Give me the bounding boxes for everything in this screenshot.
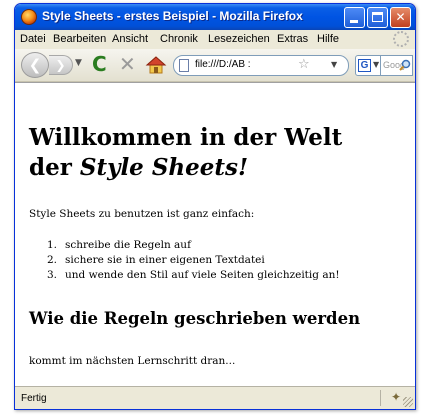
minimize-button[interactable] [344, 7, 365, 28]
heading-line1: Willkommen in der Welt [29, 124, 343, 151]
url-dropdown-icon[interactable]: ▼ [331, 60, 337, 69]
list-number: 1. [47, 239, 58, 251]
star-icon[interactable]: ☆ [298, 57, 310, 72]
status-bar: Fertig ✦ [15, 386, 415, 409]
menu-bearbeiten[interactable]: Bearbeiten [53, 33, 106, 45]
search-engine-dropdown-icon: ▼ [373, 60, 380, 69]
list-item: 2. sichere sie in einer eigenen Textdatei [29, 253, 340, 268]
throbber-icon [393, 31, 409, 47]
search-engine-button[interactable]: G ▼ [355, 55, 381, 76]
outro-text: kommt im nächsten Lernschritt dran... [29, 355, 236, 367]
url-text[interactable]: file:///D:/AB : [195, 59, 251, 70]
status-divider [380, 390, 381, 406]
forward-icon: ❯ [55, 58, 66, 72]
menu-hilfe[interactable]: Hilfe [317, 33, 339, 45]
status-text: Fertig [21, 393, 47, 404]
list-item: 1. schreibe die Regeln auf [29, 238, 340, 253]
address-bar[interactable]: file:///D:/AB : ☆ ▼ [173, 55, 349, 76]
resize-grip-icon[interactable] [403, 397, 413, 407]
menu-chronik[interactable]: Chronik [160, 33, 198, 45]
home-icon[interactable] [145, 54, 167, 76]
heading-emphasis: Style Sheets [79, 154, 238, 181]
back-icon: ❮ [28, 56, 42, 74]
reload-icon[interactable]: C [92, 53, 107, 75]
google-icon: G [358, 59, 371, 72]
heading-line2-prefix: der [29, 154, 80, 181]
search-input[interactable]: Goog [381, 55, 413, 76]
menu-lesezeichen[interactable]: Lesezeichen [208, 33, 270, 45]
maximize-icon [372, 12, 383, 22]
firefox-icon [21, 9, 37, 25]
maximize-button[interactable] [367, 7, 388, 28]
stop-icon[interactable]: ✕ [119, 52, 136, 76]
heading-line2-suffix: ! [238, 154, 249, 181]
back-button[interactable]: ❮ [21, 52, 49, 78]
list-item: 3. und wende den Stil auf viele Seiten gl… [29, 268, 340, 283]
list-text: und wende den Stil auf viele Seiten glei… [65, 269, 340, 281]
title-bar[interactable]: Style Sheets - erstes Beispiel - Mozilla… [15, 4, 415, 30]
minimize-icon [350, 20, 358, 23]
window-title: Style Sheets - erstes Beispiel - Mozilla… [42, 9, 303, 23]
menu-extras[interactable]: Extras [277, 33, 308, 45]
page-content: Willkommen in der Welt der Style Sheets!… [15, 82, 415, 388]
forward-button[interactable]: ❯ [49, 55, 73, 75]
list-number: 3. [47, 269, 58, 281]
list-number: 2. [47, 254, 58, 266]
menu-ansicht[interactable]: Ansicht [112, 33, 148, 45]
page-icon [179, 59, 189, 72]
magnifier-icon[interactable] [399, 59, 411, 71]
history-dropdown-icon[interactable]: ▼ [75, 58, 82, 68]
list-text: sichere sie in einer eigenen Textdatei [65, 254, 265, 266]
close-icon: ✕ [395, 10, 406, 24]
intro-text: Style Sheets zu benutzen ist ganz einfac… [29, 208, 255, 220]
menu-bar: Datei Bearbeiten Ansicht Chronik Lesezei… [15, 30, 415, 49]
menu-datei[interactable]: Datei [20, 33, 46, 45]
steps-list: 1. schreibe die Regeln auf 2. sichere sie … [29, 238, 340, 283]
section-heading: Wie die Regeln geschrieben werden [29, 309, 361, 328]
puzzle-icon[interactable]: ✦ [391, 390, 401, 404]
close-button[interactable]: ✕ [390, 7, 411, 28]
list-text: schreibe die Regeln auf [65, 239, 191, 251]
browser-window: Style Sheets - erstes Beispiel - Mozilla… [14, 3, 416, 410]
navigation-toolbar: ❮ ❯ ▼ C ✕ file:///D:/AB : ☆ ▼ G ▼ Goog [15, 49, 415, 82]
page-heading: Willkommen in der Welt der Style Sheets! [29, 123, 399, 183]
